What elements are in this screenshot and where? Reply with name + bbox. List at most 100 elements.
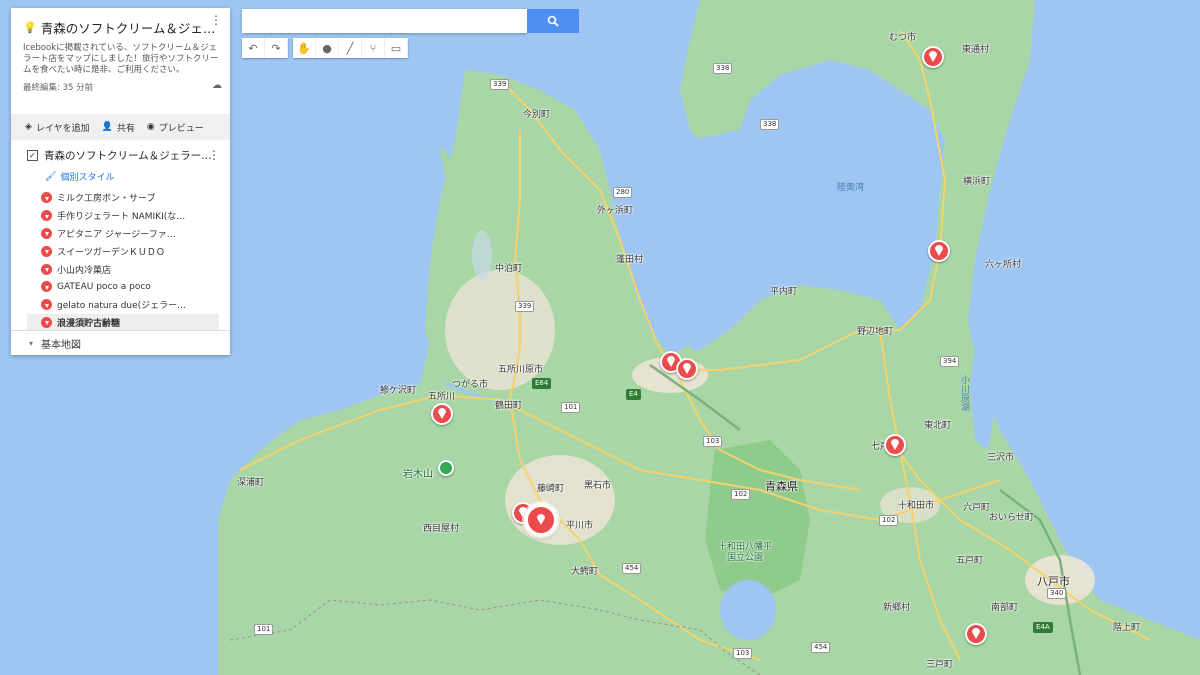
list-item[interactable]: 手作りジェラート NAMIKI(な… — [41, 207, 230, 225]
icecream-pin[interactable] — [676, 358, 698, 380]
map-label: 横浜町 — [963, 177, 991, 187]
map-label: 西目屋村 — [423, 524, 460, 534]
map-label: 平川市 — [566, 521, 594, 531]
base-map-toggle[interactable]: ▾ 基本地図 — [11, 330, 230, 355]
directions-icon[interactable]: ⑂ — [362, 38, 385, 58]
map-label: 十和田市 — [898, 501, 935, 511]
add-person-icon: 👤 — [101, 122, 113, 132]
route-shield: 102 — [731, 489, 751, 500]
map-panel: 💡 青森のソフトクリーム＆ジェ… ⋮ Icebookに掲載されている、ソフトクリ… — [11, 8, 230, 355]
layer-checkbox[interactable]: ✓ — [27, 150, 38, 161]
bulb-icon: 💡 — [23, 21, 37, 34]
add-layer-button[interactable]: ◈ レイヤを追加 — [25, 121, 90, 134]
map-label: 八戸市 — [1037, 575, 1070, 588]
base-map-label: 基本地図 — [41, 339, 82, 351]
map-label: 平内町 — [770, 287, 798, 297]
icecream-icon — [41, 210, 52, 222]
icecream-icon — [41, 281, 52, 293]
list-item[interactable]: スイーツガーデンＫＵＤＯ — [41, 242, 230, 260]
icecream-pin-selected[interactable] — [524, 503, 558, 537]
map-label: 東通村 — [962, 45, 990, 55]
map-title-text: 青森のソフトクリーム＆ジェ… — [40, 21, 216, 36]
icecream-pin[interactable] — [431, 403, 453, 425]
icecream-icon — [41, 299, 52, 311]
icecream-pin[interactable] — [922, 46, 944, 68]
panel-actions: ◈ レイヤを追加 👤 共有 ◉ プレビュー — [11, 114, 230, 140]
route-shield: 338 — [760, 119, 780, 130]
icecream-icon — [41, 316, 52, 328]
expand-icon: ▾ — [29, 338, 34, 348]
preview-label: プレビュー — [158, 123, 204, 134]
map-label: つがる市 — [452, 380, 489, 390]
list-item-label: スイーツガーデンＫＵＤＯ — [57, 247, 165, 258]
map-label: 階上町 — [1113, 623, 1141, 633]
paint-roller-icon: 🖌 — [45, 171, 57, 182]
map-label: 五所川原市 — [498, 365, 544, 375]
expressway-shield: E4A — [1033, 622, 1053, 633]
last-edited: 最終編集: 35 分前 — [23, 83, 94, 93]
list-item[interactable]: GATEAU poco a poco — [41, 278, 230, 296]
redo-icon[interactable]: ↷ — [265, 38, 288, 58]
route-shield: 339 — [515, 301, 535, 312]
route-shield: 394 — [940, 356, 960, 367]
map-label: 今別町 — [523, 110, 551, 120]
icecream-icon — [891, 439, 899, 450]
preview-button[interactable]: ◉ プレビュー — [147, 121, 204, 134]
share-button[interactable]: 👤 共有 — [102, 121, 135, 134]
icecream-icon — [683, 363, 691, 374]
more-options-icon[interactable]: ⋮ — [210, 14, 222, 26]
list-item[interactable]: gelato natura due(ジェラー… — [41, 296, 230, 314]
layer-options-icon[interactable]: ⋮ — [208, 148, 220, 162]
undo-icon[interactable]: ↶ — [242, 38, 265, 58]
map-toolbar: ↶ ↷ ✋ ● ╱ ⑂ ▭ — [242, 38, 412, 58]
map-label: 十和田八幡平 国立公園 — [718, 542, 773, 563]
search-button[interactable] — [527, 9, 579, 33]
draw-line-icon[interactable]: ╱ — [339, 38, 362, 58]
map-title[interactable]: 💡 青森のソフトクリーム＆ジェ… — [23, 18, 218, 37]
icecream-icon — [935, 245, 943, 256]
icecream-icon — [929, 51, 937, 62]
list-item-selected[interactable]: 浪漫須貯古齢糖 — [27, 313, 219, 332]
mountain-icon[interactable] — [438, 460, 454, 476]
map-label: 陸奥湾 — [837, 183, 865, 193]
ruler-icon[interactable]: ▭ — [385, 38, 408, 58]
layer-items: ミルク工房ボン・サーブ 手作りジェラート NAMIKI(な… アピタニア ジャー… — [27, 189, 230, 332]
map-label: 藤崎町 — [537, 484, 565, 494]
map-label: 六戸町 — [963, 503, 991, 513]
list-item-label: 浪漫須貯古齢糖 — [57, 318, 121, 329]
search-icon — [547, 15, 559, 27]
map-label: 大鰐町 — [571, 567, 599, 577]
icecream-pin[interactable] — [928, 240, 950, 262]
cloud-saved-icon: ☁ — [212, 80, 222, 91]
search-input[interactable] — [242, 9, 527, 33]
icecream-icon — [537, 514, 545, 525]
icecream-pin[interactable] — [884, 434, 906, 456]
list-item[interactable]: アピタニア ジャージーファ… — [41, 225, 230, 243]
list-item[interactable]: 小山内冷菓店 — [41, 260, 230, 278]
list-item-label: 手作りジェラート NAMIKI(な… — [57, 212, 186, 223]
individual-style-link[interactable]: 🖌 個別スタイル — [45, 170, 230, 184]
expressway-shield: E4 — [626, 389, 641, 400]
hand-icon[interactable]: ✋ — [293, 38, 316, 58]
layer-header[interactable]: ✓ 青森のソフトクリーム＆ジェラー… — [27, 148, 230, 163]
marker-icon[interactable]: ● — [316, 38, 339, 58]
icecream-icon — [41, 263, 52, 275]
map-label: 三戸町 — [926, 660, 954, 670]
route-shield: 101 — [254, 624, 274, 635]
map-label: 深浦町 — [237, 478, 265, 488]
map-description: Icebookに掲載されている、ソフトクリーム＆ジェラート店をマップにしました！… — [23, 43, 219, 75]
map-label: 小川原湖 — [959, 375, 969, 411]
layer-name: 青森のソフトクリーム＆ジェラー… — [44, 150, 212, 162]
add-layer-label: レイヤを追加 — [35, 123, 90, 134]
list-item[interactable]: ミルク工房ボン・サーブ — [41, 189, 230, 207]
route-shield: 280 — [613, 187, 633, 198]
icecream-icon — [438, 408, 446, 419]
eye-icon: ◉ — [146, 122, 155, 132]
icecream-icon — [972, 628, 980, 639]
route-shield: 454 — [622, 563, 642, 574]
map-label: 南部町 — [991, 603, 1019, 613]
route-shield: 454 — [811, 642, 831, 653]
icecream-pin[interactable] — [965, 623, 987, 645]
layer-section: ✓ 青森のソフトクリーム＆ジェラー… ⋮ 🖌 個別スタイル ミルク工房ボン・サー… — [11, 140, 230, 332]
map-label: 岩木山 — [403, 469, 433, 480]
